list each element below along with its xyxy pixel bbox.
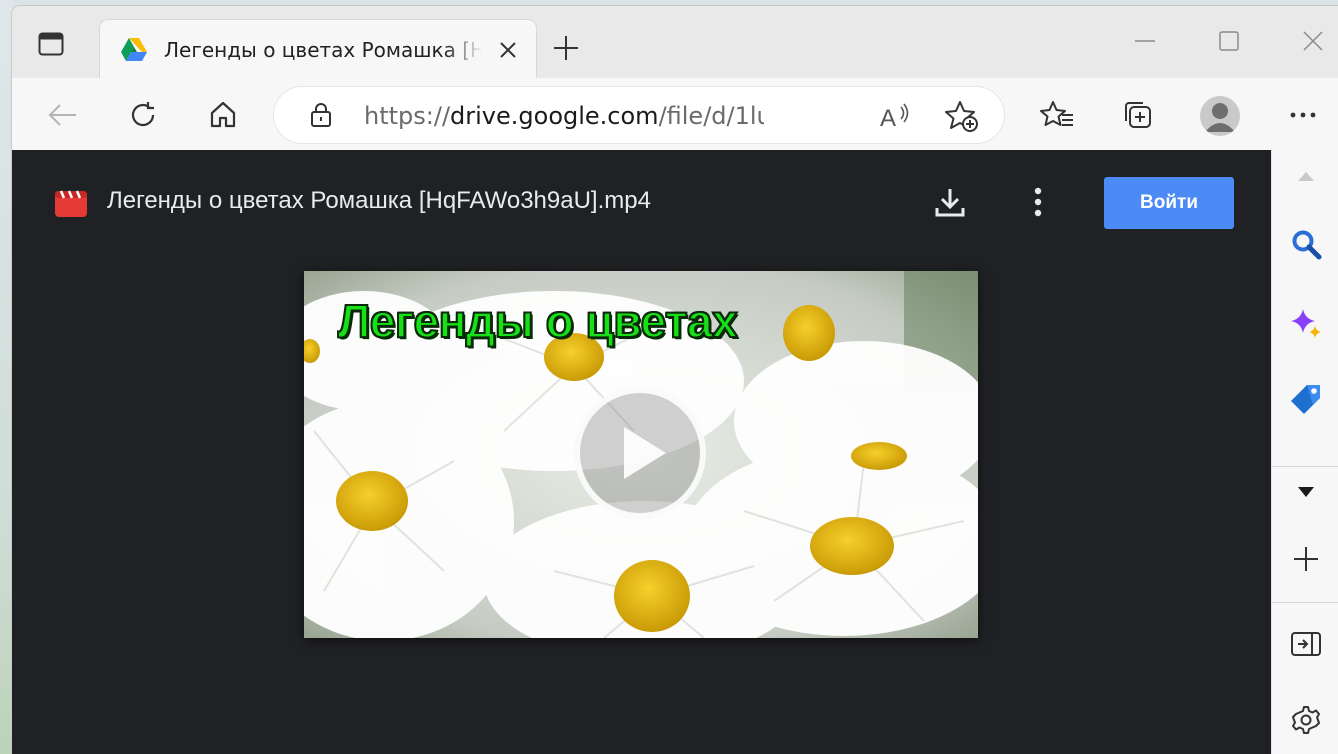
tab-close-button[interactable] <box>494 36 522 64</box>
sidebar-divider <box>1272 602 1338 603</box>
split-screen-icon <box>1291 632 1321 656</box>
favorites-button[interactable] <box>1036 94 1078 136</box>
add-icon <box>1294 547 1318 571</box>
video-file-icon <box>54 188 88 218</box>
svg-text:A: A <box>880 105 896 131</box>
minimize-button[interactable] <box>1120 24 1170 58</box>
download-button[interactable] <box>930 180 970 224</box>
collections-icon <box>1125 102 1151 128</box>
collections-button[interactable] <box>1116 94 1158 136</box>
scroll-up-icon <box>1298 172 1314 181</box>
sidebar-item-search[interactable] <box>1286 224 1326 264</box>
browser-window: Легенды о цветах Ромашка [HqFAWo3h9aU].m… <box>12 6 1338 754</box>
tab-title: Легенды о цветах Ромашка [HqFAWo3h9aU].m… <box>164 38 482 62</box>
url-domain: drive.google.com <box>450 102 659 130</box>
navigation-bar: https://drive.google.com/file/d/1lu8Setm… <box>12 78 1338 150</box>
home-icon <box>210 101 236 128</box>
more-actions-button[interactable] <box>1018 180 1058 224</box>
dropdown-icon <box>1298 487 1314 497</box>
back-arrow-icon <box>48 104 76 126</box>
login-button[interactable]: Войти <box>1104 177 1234 229</box>
play-button[interactable] <box>574 387 706 519</box>
shopping-tag-icon <box>1291 385 1320 414</box>
video-overlay-title: Легенды о цветах <box>337 294 739 348</box>
lock-icon[interactable] <box>308 102 334 128</box>
sidebar-divider <box>1272 466 1338 467</box>
sidebar-item-shopping[interactable] <box>1286 380 1326 420</box>
new-tab-button[interactable] <box>548 30 584 66</box>
read-aloud-icon[interactable]: A <box>878 98 914 134</box>
sidebar-add[interactable] <box>1286 539 1326 579</box>
file-name: Легенды о цветах Ромашка [HqFAWo3h9aU].m… <box>107 187 651 214</box>
refresh-button[interactable] <box>122 94 164 136</box>
close-icon <box>500 42 516 58</box>
sidebar-item-copilot[interactable] <box>1286 304 1326 344</box>
home-button[interactable] <box>202 94 244 136</box>
avatar[interactable] <box>1200 96 1240 136</box>
edge-sidebar <box>1271 150 1338 754</box>
sidebar-scroll-up[interactable] <box>1286 156 1326 196</box>
maximize-icon <box>1219 31 1239 51</box>
url-text[interactable]: https://drive.google.com/file/d/1lu8Setm… <box>364 101 764 131</box>
more-icon <box>1290 112 1316 118</box>
sidebar-dropdown[interactable] <box>1286 472 1326 512</box>
add-favorite-icon[interactable] <box>944 98 980 134</box>
settings-icon <box>1292 706 1320 734</box>
sidebar-settings[interactable] <box>1286 700 1326 740</box>
back-button[interactable] <box>42 94 84 136</box>
refresh-icon <box>131 102 155 127</box>
play-icon <box>624 427 666 479</box>
url-scheme: https:// <box>364 102 451 130</box>
close-window-button[interactable] <box>1288 24 1338 58</box>
download-icon <box>935 189 965 217</box>
sidebar-split-screen[interactable] <box>1286 624 1326 664</box>
more-button[interactable] <box>1282 94 1324 136</box>
copilot-icon <box>1291 309 1321 338</box>
minimize-icon <box>1135 40 1155 42</box>
tab-actions-button[interactable] <box>34 29 68 63</box>
viewer-header: Легенды о цветах Ромашка [HqFAWo3h9aU].m… <box>12 150 1271 250</box>
search-icon <box>1292 230 1322 260</box>
video-player[interactable]: Легенды о цветах <box>304 271 978 638</box>
url-path: /file/d/1lu8Setml... <box>658 102 764 130</box>
google-drive-icon <box>120 37 148 63</box>
close-window-icon <box>1303 31 1323 51</box>
maximize-button[interactable] <box>1204 24 1254 58</box>
address-bar[interactable]: https://drive.google.com/file/d/1lu8Setm… <box>274 87 1004 143</box>
tab-active[interactable]: Легенды о цветах Ромашка [HqFAWo3h9aU].m… <box>100 20 536 78</box>
favorites-icon <box>1040 101 1073 126</box>
tab-strip: Легенды о цветах Ромашка [HqFAWo3h9aU].m… <box>12 6 1338 78</box>
plus-icon <box>554 36 578 60</box>
more-vert-icon <box>1034 187 1042 217</box>
drive-viewer: Легенды о цветах Ромашка [HqFAWo3h9aU].m… <box>12 150 1271 754</box>
desktop-background <box>0 0 12 754</box>
tab-actions-icon <box>38 32 64 60</box>
